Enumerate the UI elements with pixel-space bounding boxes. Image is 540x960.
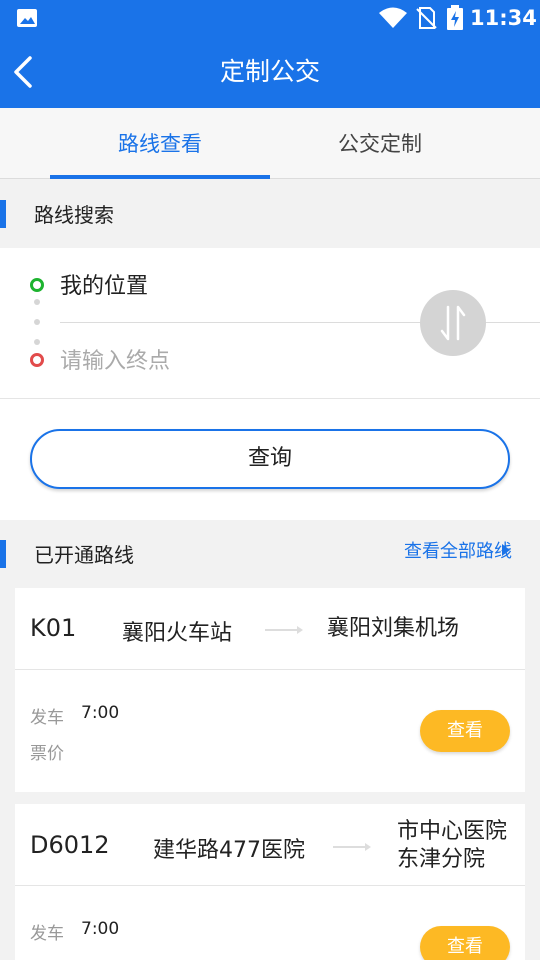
section-accent-bar bbox=[0, 200, 6, 228]
tab-route-view[interactable]: 路线查看 bbox=[50, 108, 270, 179]
card-divider bbox=[15, 669, 525, 670]
view-route-button[interactable]: 查看 bbox=[420, 926, 510, 960]
view-route-button[interactable]: 查看 bbox=[420, 710, 510, 752]
route-origin: 建华路477医院 bbox=[153, 838, 305, 863]
price-label: 票价 bbox=[30, 744, 64, 764]
route-dot-icon bbox=[34, 339, 40, 345]
card-divider bbox=[0, 398, 540, 399]
query-button[interactable]: 查询 bbox=[30, 429, 510, 489]
depart-time: 7:00 bbox=[81, 919, 120, 939]
wifi-icon bbox=[379, 7, 407, 28]
image-icon bbox=[17, 9, 37, 27]
card-divider bbox=[15, 885, 525, 886]
route-dot-icon bbox=[34, 299, 40, 305]
depart-time: 7:00 bbox=[81, 703, 120, 723]
route-arrow-icon bbox=[333, 843, 371, 851]
destination-line: 东津分院 bbox=[397, 847, 486, 872]
route-destination: 襄阳刘集机场 bbox=[327, 616, 460, 641]
tab-bus-custom[interactable]: 公交定制 bbox=[270, 108, 490, 178]
route-card: D6012 建华路477医院 市中心医院 东津分院 发车 7:00 票价 查看 bbox=[15, 804, 525, 960]
tab-bar: 路线查看 公交定制 bbox=[0, 108, 540, 179]
status-bar: 11:34 bbox=[0, 0, 540, 36]
route-destination: 市中心医院 东津分院 bbox=[397, 818, 507, 874]
route-code: D6012 bbox=[30, 831, 110, 859]
swap-icon bbox=[440, 305, 466, 341]
section-title: 路线搜索 bbox=[34, 203, 114, 227]
destination-input[interactable] bbox=[60, 342, 400, 380]
price-label: 票价 bbox=[30, 955, 64, 960]
tab-active-indicator bbox=[50, 175, 270, 179]
view-all-routes-link[interactable]: 查看全部路线 bbox=[404, 539, 512, 565]
depart-label: 发车 bbox=[30, 924, 64, 944]
route-origin: 襄阳火车站 bbox=[122, 621, 233, 646]
section-header-search: 路线搜索 bbox=[0, 180, 540, 248]
triangle-right-icon bbox=[502, 544, 510, 556]
battery-charging-icon bbox=[447, 5, 463, 30]
page-title: 定制公交 bbox=[219, 57, 320, 86]
section-accent-bar bbox=[0, 540, 6, 568]
swap-button[interactable] bbox=[420, 290, 486, 356]
tab-label: 公交定制 bbox=[338, 132, 422, 156]
tab-label: 路线查看 bbox=[118, 132, 202, 156]
route-code: K01 bbox=[30, 614, 77, 642]
route-dot-icon bbox=[34, 319, 40, 325]
section-title: 已开通路线 bbox=[34, 543, 134, 567]
destination-line: 市中心医院 bbox=[397, 819, 508, 844]
route-card: K01 襄阳火车站 襄阳刘集机场 发车 7:00 票价 查看 bbox=[15, 588, 525, 792]
start-location-field[interactable]: 我的位置 bbox=[60, 268, 148, 306]
no-sim-icon bbox=[416, 7, 437, 29]
app-header: 11:34 定制公交 bbox=[0, 0, 540, 108]
start-point-icon bbox=[30, 278, 44, 292]
status-time: 11:34 bbox=[470, 6, 537, 30]
depart-label: 发车 bbox=[30, 708, 64, 728]
route-arrow-icon bbox=[265, 626, 303, 634]
end-point-icon bbox=[30, 353, 44, 367]
